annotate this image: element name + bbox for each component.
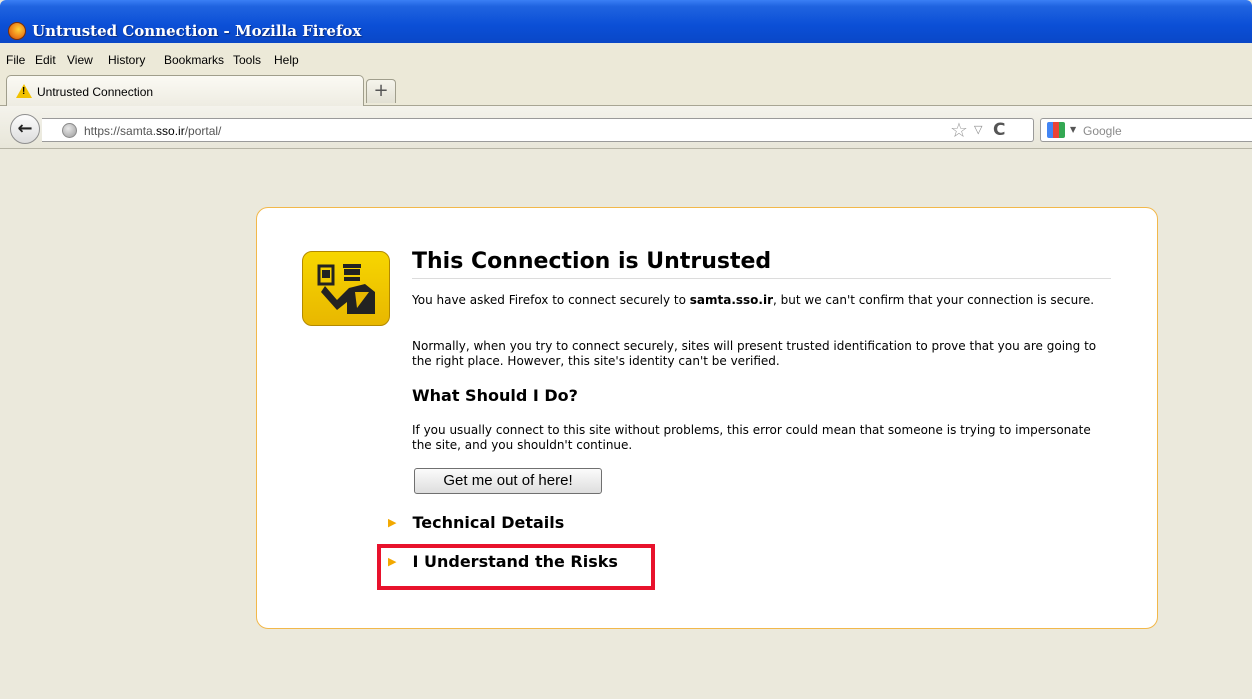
tab-label: Untrusted Connection (37, 85, 154, 99)
error-intro-text: You have asked Firefox to connect secure… (412, 293, 1112, 308)
menu-history[interactable]: History (108, 53, 145, 67)
error-page-container: This Connection is Untrusted You have as… (256, 207, 1158, 629)
officer-figure-icon (317, 264, 375, 314)
url-domain: sso.ir (156, 124, 185, 138)
intro-text-end: , but we can't confirm that your connect… (773, 293, 1095, 307)
globe-icon[interactable] (62, 123, 77, 138)
error-explanation-text: Normally, when you try to connect secure… (412, 339, 1097, 368)
menu-file[interactable]: File (6, 53, 25, 67)
bookmark-star-icon[interactable]: ☆ (950, 119, 968, 141)
security-officer-icon (302, 251, 390, 326)
url-suffix: /portal/ (184, 124, 222, 138)
back-button[interactable]: ← (10, 114, 40, 144)
menu-bookmarks[interactable]: Bookmarks (164, 53, 224, 67)
reload-icon[interactable]: C (993, 120, 1005, 140)
navigation-toolbar: https://samta.sso.ir/portal/ ☆ ▽ C ← ▼ G… (0, 106, 1252, 149)
google-icon[interactable] (1047, 122, 1065, 138)
menu-help[interactable]: Help (274, 53, 299, 67)
tab-strip: ! Untrusted Connection + (0, 72, 1252, 106)
search-bar[interactable]: ▼ Google (1040, 118, 1252, 142)
tab-untrusted-connection[interactable]: ! Untrusted Connection (6, 75, 364, 106)
intro-text-start: You have asked Firefox to connect secure… (412, 293, 690, 307)
highlight-annotation-box (377, 544, 655, 590)
url-text[interactable]: https://samta.sso.ir/portal/ (84, 124, 221, 138)
history-dropdown-icon[interactable]: ▽ (974, 123, 982, 136)
menu-bar: File Edit View History Bookmarks Tools H… (0, 48, 1252, 72)
menu-edit[interactable]: Edit (35, 53, 56, 67)
technical-details-expander[interactable]: ▶ Technical Details (388, 513, 564, 532)
expand-arrow-icon: ▶ (388, 516, 397, 529)
window-titlebar: Untrusted Connection - Mozilla Firefox (0, 0, 1252, 43)
menu-tools[interactable]: Tools (233, 53, 261, 67)
back-arrow-icon: ← (17, 118, 33, 139)
url-bar[interactable]: https://samta.sso.ir/portal/ ☆ ▽ C (42, 118, 1034, 142)
firefox-logo-icon (8, 22, 26, 40)
error-title: This Connection is Untrusted (412, 249, 1111, 279)
technical-details-label: Technical Details (412, 513, 565, 532)
warning-mark-icon: ! (22, 86, 26, 97)
host-name: samta.sso.ir (689, 293, 774, 307)
page-content: This Connection is Untrusted You have as… (0, 150, 1252, 699)
advice-text: If you usually connect to this site with… (412, 423, 1091, 452)
url-prefix: https://samta. (84, 124, 157, 138)
search-engine-dropdown-icon[interactable]: ▼ (1070, 125, 1076, 134)
window-title: Untrusted Connection - Mozilla Firefox (32, 22, 362, 40)
what-should-i-do-heading: What Should I Do? (412, 386, 578, 405)
search-input[interactable]: Google (1083, 124, 1122, 138)
new-tab-button[interactable]: + (366, 79, 396, 103)
get-me-out-button[interactable]: Get me out of here! (414, 468, 602, 494)
menu-view[interactable]: View (67, 53, 93, 67)
